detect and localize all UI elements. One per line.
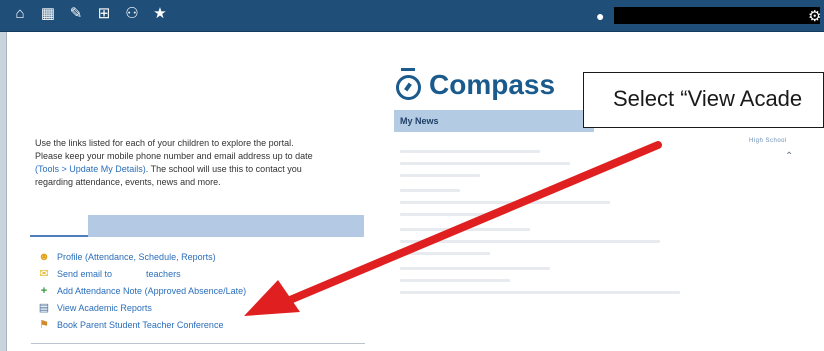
star-icon[interactable]: ★ (151, 5, 169, 23)
send-email-suffix: teachers (146, 268, 181, 279)
calendar-icon[interactable]: ▦ (39, 5, 57, 23)
intro-line-2: Please keep your mobile phone number and… (35, 151, 313, 161)
send-email-link[interactable]: ✉ Send email to teachers (37, 265, 337, 282)
gear-icon[interactable]: ⚙ (808, 7, 821, 25)
envelope-icon: ✉ (39, 268, 49, 280)
intro-line-4: regarding attendance, events, news and m… (35, 177, 221, 187)
child-header-bar (30, 215, 364, 237)
book-conference-label: Book Parent Student Teacher Conference (57, 319, 224, 330)
profile-link[interactable]: ☻ Profile (Attendance, Schedule, Reports… (37, 248, 337, 265)
news-line (400, 162, 570, 165)
profile-link-label: Profile (Attendance, Schedule, Reports) (57, 251, 216, 262)
update-details-link[interactable]: (Tools > Update My Details) (35, 164, 146, 174)
news-line (400, 240, 660, 243)
child-links: ☻ Profile (Attendance, Schedule, Reports… (37, 248, 337, 333)
book-conference-link[interactable]: ⚑ Book Parent Student Teacher Conference (37, 316, 337, 333)
news-header: My News (394, 110, 594, 132)
redacted-user-name (614, 7, 820, 24)
news-line (400, 174, 480, 177)
news-line (400, 267, 550, 270)
academic-reports-link[interactable]: ▤ View Academic Reports (37, 299, 337, 316)
nav-icon-group: ⌂ ▦ ✎ ⊞ ⚇ ★ (11, 5, 169, 23)
conference-icon: ⚑ (39, 319, 49, 331)
compass-logo: Compass (396, 67, 556, 102)
news-line (400, 291, 680, 294)
send-email-prefix: Send email to (57, 268, 113, 279)
instruction-callout: Select “View Acade (583, 72, 824, 128)
news-content (400, 150, 700, 303)
attendance-note-link[interactable]: + Add Attendance Note (Approved Absence/… (37, 282, 337, 299)
child-name-redacted (30, 215, 88, 237)
news-line (400, 201, 610, 204)
intro-line-3-rest: . The school will use this to contact yo… (145, 164, 302, 174)
news-line (400, 252, 490, 255)
chevron-up-icon[interactable]: ⌃ (785, 151, 793, 162)
divider (31, 343, 365, 344)
report-icon: ▤ (38, 302, 50, 314)
news-line (400, 189, 460, 192)
people-icon[interactable]: ⚇ (123, 5, 141, 23)
grid-icon[interactable]: ⊞ (95, 5, 113, 23)
user-icon: ● (596, 7, 605, 24)
news-line (400, 279, 510, 282)
profile-icon: ☻ (38, 250, 50, 263)
callout-text: Select “View Acade (613, 86, 803, 111)
intro-line-3: (Tools > Update My Details). The school … (35, 163, 375, 176)
intro-line-1: Use the links listed for each of your ch… (35, 138, 294, 148)
intro-text: Use the links listed for each of your ch… (35, 137, 375, 189)
plus-icon: + (40, 284, 48, 297)
compass-icon (396, 67, 421, 100)
user-menu[interactable]: ● (596, 7, 820, 24)
brand-name: Compass (429, 69, 556, 100)
news-line (400, 150, 540, 153)
news-line (400, 228, 530, 231)
pencil-icon[interactable]: ✎ (67, 5, 85, 23)
attendance-note-label: Add Attendance Note (Approved Absence/La… (57, 285, 247, 296)
news-title: My News (400, 116, 439, 126)
top-navigation-bar: ⌂ ▦ ✎ ⊞ ⚇ ★ ● ⚙ (0, 0, 824, 32)
school-label: High School (749, 138, 787, 144)
news-line (400, 213, 500, 216)
home-icon[interactable]: ⌂ (11, 5, 29, 23)
academic-reports-label: View Academic Reports (57, 302, 152, 313)
